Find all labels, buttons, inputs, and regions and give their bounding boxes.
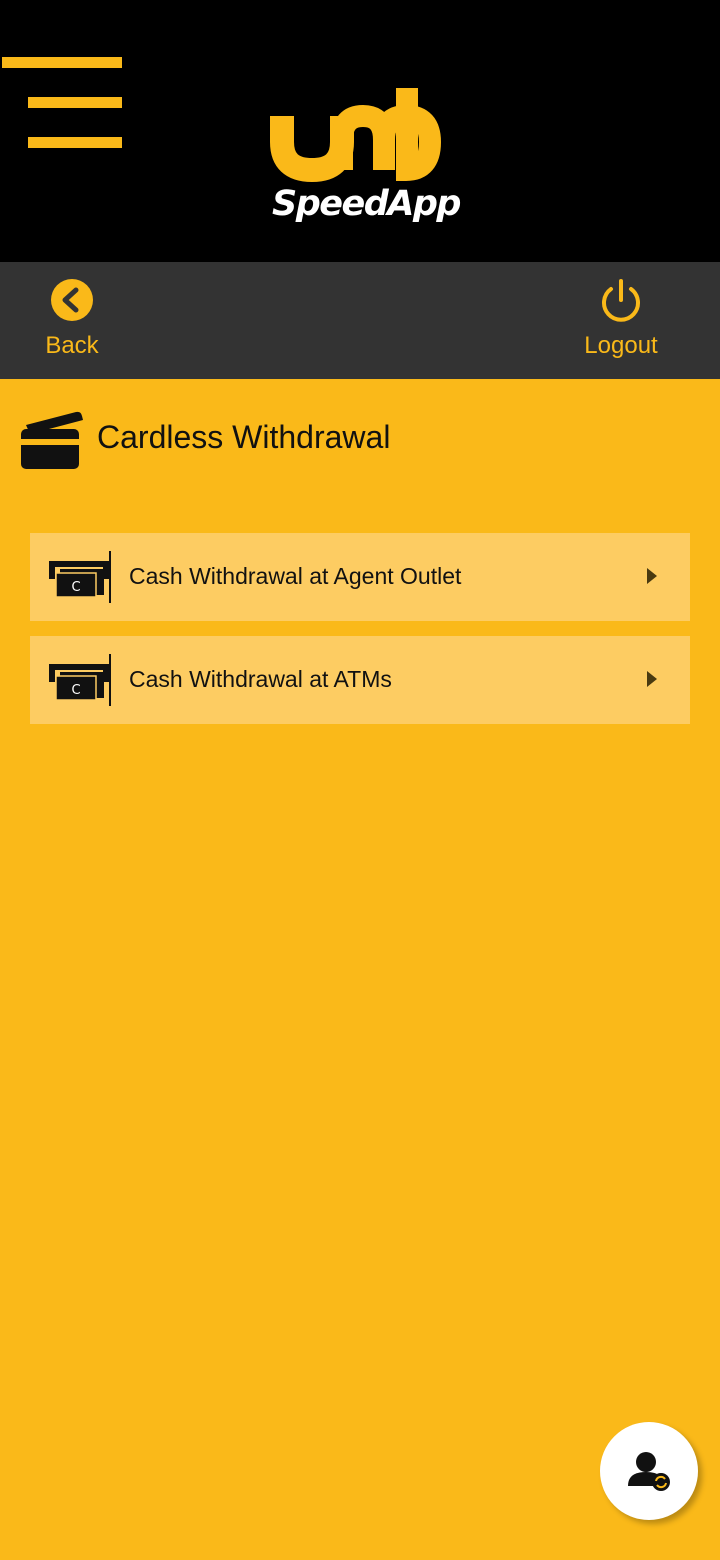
option-divider bbox=[109, 654, 111, 706]
logo-wordmark: SpeedApp bbox=[272, 184, 462, 224]
cards-icon bbox=[21, 411, 83, 469]
umb-logo-mark bbox=[270, 88, 442, 183]
logout-label: Logout bbox=[584, 332, 658, 359]
caret-right-icon bbox=[647, 568, 657, 584]
switch-user-fab[interactable] bbox=[600, 1422, 698, 1520]
page-title: Cardless Withdrawal bbox=[97, 419, 391, 455]
nav-bar: Back Logout bbox=[0, 262, 720, 379]
option-label: Cash Withdrawal at Agent Outlet bbox=[129, 563, 462, 589]
svg-text:C: C bbox=[71, 683, 80, 698]
user-sync-icon bbox=[628, 1452, 670, 1491]
cash-dispense-icon: C bbox=[49, 561, 109, 598]
chevron-left-circle-icon bbox=[51, 279, 93, 321]
option-agent-outlet[interactable]: C Cash Withdrawal at Agent Outlet bbox=[30, 533, 690, 621]
cash-dispense-icon: C bbox=[49, 664, 109, 701]
back-button[interactable]: Back bbox=[12, 276, 132, 366]
page-header: Cardless Withdrawal bbox=[20, 405, 700, 471]
option-label: Cash Withdrawal at ATMs bbox=[129, 666, 392, 692]
app-logo: SpeedApp bbox=[270, 84, 462, 234]
option-divider bbox=[109, 551, 111, 603]
back-label: Back bbox=[45, 332, 99, 359]
app-header: SpeedApp bbox=[0, 0, 720, 262]
option-atm[interactable]: C Cash Withdrawal at ATMs bbox=[30, 636, 690, 724]
svg-text:C: C bbox=[71, 580, 80, 595]
menu-button[interactable] bbox=[0, 52, 126, 154]
logout-button[interactable]: Logout bbox=[561, 276, 681, 366]
power-icon bbox=[602, 279, 640, 322]
caret-right-icon bbox=[647, 671, 657, 687]
